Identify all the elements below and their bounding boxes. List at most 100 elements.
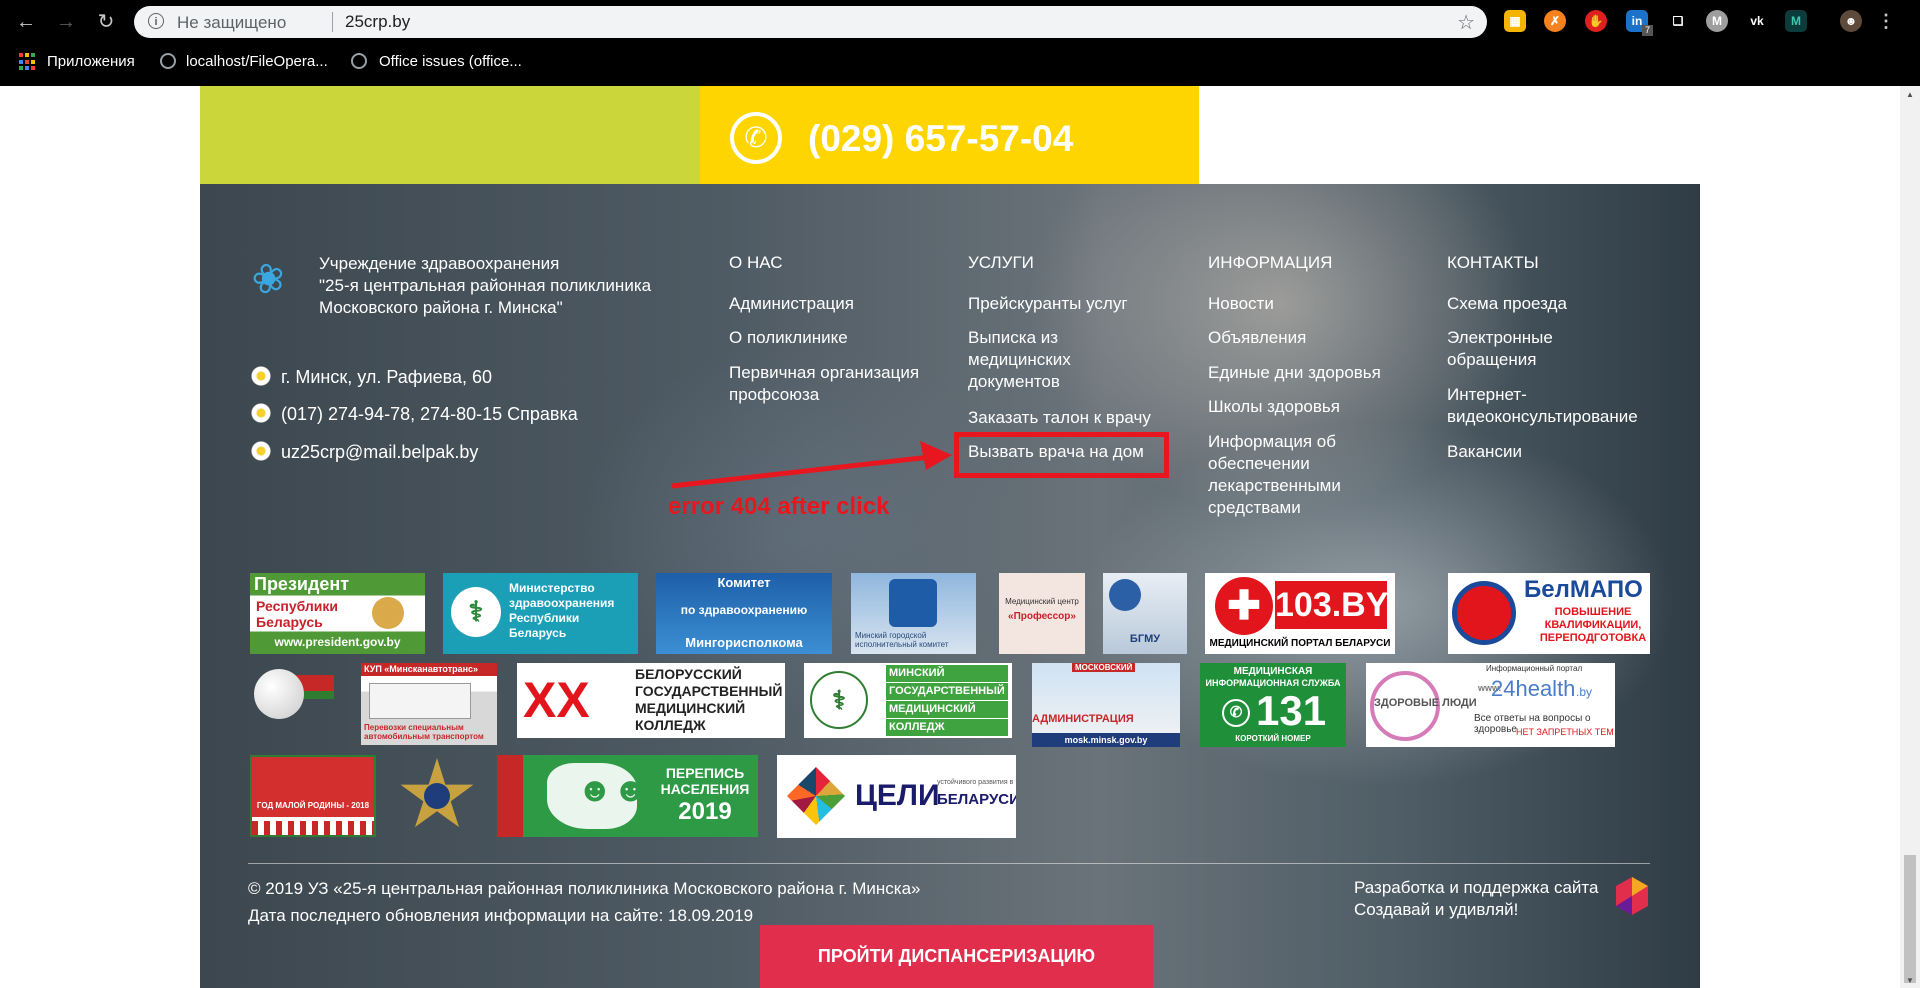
banner-goals-main: ЦЕЛИ [855, 779, 940, 812]
banner-minsk-executive[interactable]: Минский городской исполнительный комитет [851, 573, 976, 654]
developer-line2[interactable]: Создавай и удивляй! [1354, 900, 1518, 920]
link-news[interactable]: Новости [1208, 293, 1408, 315]
banner-health-committee[interactable]: Комитет по здравоохранению Мингорисполко… [656, 573, 832, 654]
sdg-diamond-icon [787, 767, 845, 825]
extension-vk-icon[interactable]: vk [1746, 10, 1768, 32]
banner-emergency[interactable] [396, 755, 478, 837]
family-icon: ☻☻ [577, 771, 649, 809]
banner-pill-flag[interactable] [250, 663, 340, 723]
banner-homeland-text: ГОД МАЛОЙ РОДИНЫ - 2018 [252, 795, 374, 817]
address-bar[interactable]: i Не защищено 25crp.by ☆ [134, 6, 1487, 38]
link-e-appeals[interactable]: Электронные обращения [1447, 327, 1597, 371]
extension-m-icon[interactable]: M [1706, 10, 1728, 32]
banner-msmc-line2: ГОСУДАРСТВЕННЫЙ [886, 683, 1008, 700]
banner-bgmu-text: БГМУ [1129, 633, 1161, 645]
link-trade-union[interactable]: Первичная организация профсоюза [729, 362, 939, 406]
banner-small-homeland[interactable]: ГОД МАЛОЙ РОДИНЫ - 2018 [250, 755, 376, 837]
banner-transport-line1: КУП «Минсканавтотранс» [361, 663, 497, 676]
profile-avatar[interactable]: ☻ [1840, 10, 1862, 32]
banner-president[interactable]: Президент Республики Беларусь www.presid… [250, 573, 425, 654]
city-skyline-icon [252, 757, 374, 795]
bookmark-fileopera[interactable]: localhost/FileOpera... [186, 51, 328, 73]
url-text[interactable]: 25crp.by [345, 12, 410, 32]
emergency-center-icon [424, 783, 450, 809]
dispensary-cta-button[interactable]: ПРОЙТИ ДИСПАНСЕРИЗАЦИЮ [760, 925, 1153, 988]
banner-moscow-admin[interactable]: МОСКОВСКИЙ АДМИНИСТРАЦИЯ mosk.minsk.gov.… [1032, 663, 1180, 747]
developer-line1[interactable]: Разработка и поддержка сайта [1354, 878, 1598, 898]
menu-kebab-icon[interactable]: ⋮ [1875, 10, 1897, 32]
banner-bsmc[interactable]: ΧΧ БЕЛОРУССКИЙ ГОСУДАРСТВЕННЫЙ МЕДИЦИНСК… [517, 663, 785, 738]
banner-census-line2: НАСЕЛЕНИЯ [660, 781, 750, 797]
extension-adblock-icon[interactable]: ✋ [1585, 10, 1607, 32]
banner-belmapo-line2: КВАЛИФИКАЦИИ, [1544, 619, 1642, 631]
link-medicines-info[interactable]: Информация об обеспечении лекарственными… [1208, 431, 1358, 519]
banner-census-line1: ПЕРЕПИСЬ [665, 765, 745, 781]
banner-belmapo[interactable]: БелМАПО ПОВЫШЕНИЕ КВАЛИФИКАЦИИ, ПЕРЕПОДГ… [1448, 573, 1650, 654]
banner-moscow-url: mosk.minsk.gov.by [1032, 733, 1180, 747]
people-logo-icon: ΧΧ [523, 672, 590, 728]
star-icon[interactable]: ☆ [1457, 10, 1475, 35]
banner-service-131[interactable]: МЕДИЦИНСКАЯ ИНФОРМАЦИОННАЯ СЛУЖБА ✆ 131 … [1200, 663, 1346, 747]
link-administration[interactable]: Администрация [729, 293, 939, 315]
banner-msmc[interactable]: ⚕ МИНСКИЙ ГОСУДАРСТВЕННЫЙ МЕДИЦИНСКИЙ КО… [804, 663, 1012, 738]
link-vacancies[interactable]: Вакансии [1447, 441, 1647, 463]
banner-103by[interactable]: ✚ 103.BY МЕДИЦИНСКИЙ ПОРТАЛ БЕЛАРУСИ [1205, 573, 1395, 654]
phone-number[interactable]: (029) 657-57-04 [808, 118, 1073, 160]
extension-cards-icon[interactable]: ❏ [1667, 10, 1689, 32]
link-about-clinic[interactable]: О поликлинике [729, 327, 939, 349]
apps-grid-icon[interactable] [19, 53, 37, 71]
banner-census-lines: ПЕРЕПИСЬ НАСЕЛЕНИЯ 2019 [655, 765, 755, 827]
email-link[interactable]: uz25crp@mail.belpak.by [281, 442, 478, 462]
link-video-consult[interactable]: Интернет-видеоконсультирование [1447, 384, 1657, 428]
link-health-schools[interactable]: Школы здоровья [1208, 396, 1408, 418]
banner-bsmc-line2: ГОСУДАРСТВЕННЫЙ [635, 683, 783, 699]
reload-icon[interactable]: ↻ [92, 8, 120, 36]
link-price-lists[interactable]: Прейскуранты услуг [968, 293, 1168, 315]
bookmark-apps[interactable]: Приложения [47, 51, 135, 73]
banner-belmapo-line3: ПЕРЕПОДГОТОВКА [1539, 632, 1647, 644]
banner-bsmc-line3: МЕДИЦИНСКИЙ [635, 700, 746, 716]
copyright-text: © 2019 УЗ «25-я центральная районная пол… [248, 879, 921, 898]
belmapo-logo-icon [1452, 581, 1516, 645]
banner-census-2019[interactable]: ☻☻ ПЕРЕПИСЬ НАСЕЛЕНИЯ 2019 [497, 755, 758, 837]
bookmark-office-issues[interactable]: Office issues (office... [379, 51, 522, 73]
banner-131-footer: КОРОТКИЙ НОМЕР [1235, 734, 1311, 743]
link-health-days[interactable]: Единые дни здоровья [1208, 362, 1408, 384]
link-directions[interactable]: Схема проезда [1447, 293, 1647, 315]
extension-badge: 7 [1642, 25, 1653, 36]
phones-text: (017) 274-94-78, 274-80-15 Справка [281, 404, 578, 424]
banner-professor[interactable]: Медицинский центр «Профессор» [999, 573, 1085, 654]
banner-belmapo-lines: ПОВЫШЕНИЕ КВАЛИФИКАЦИИ, ПЕРЕПОДГОТОВКА [1538, 606, 1648, 645]
forward-arrow-icon[interactable]: → [52, 8, 80, 36]
banner-sdg-goals[interactable]: ЦЕЛИ устойчивого развития в БЕЛАРУСИ [777, 755, 1016, 838]
back-arrow-icon[interactable]: ← [12, 8, 40, 36]
extension-google-icon[interactable]: ▦ [1504, 10, 1526, 32]
banner-minskavtotrans[interactable]: КУП «Минсканавтотранс» Перевозки специал… [361, 663, 497, 745]
scroll-down-icon[interactable]: ▼ [1904, 976, 1916, 985]
scrollbar-thumb[interactable] [1904, 855, 1916, 983]
banner-24health-top: Информационный портал [1486, 664, 1583, 673]
link-medical-records[interactable]: Выписка из медицинских документов [968, 327, 1108, 393]
browser-toolbar: ← → ↻ i Не защищено 25crp.by ☆ ▦ ✗ ✋ in … [0, 0, 1920, 43]
scroll-up-icon[interactable]: ▲ [1904, 90, 1916, 99]
extension-m-green-icon[interactable]: M [1785, 10, 1807, 32]
daisy-icon [251, 403, 271, 423]
link-announcements[interactable]: Объявления [1208, 327, 1408, 349]
scrollbar-track[interactable] [1900, 86, 1920, 988]
minsk-emblem-icon [889, 579, 937, 627]
belarus-emblem-icon [372, 597, 404, 629]
developer-logo-icon[interactable] [1616, 877, 1648, 915]
banner-minzdrav[interactable]: ⚕ Министерство здравоохранения Республик… [443, 573, 638, 654]
banner-24health[interactable]: Информационный портал ЗДОРОВЫЕ ЛЮДИ www.… [1366, 663, 1615, 747]
banner-committee-line2: по здравоохранению [680, 603, 808, 617]
link-order-ticket[interactable]: Заказать талон к врачу [968, 407, 1178, 429]
banner-msmc-line1: МИНСКИЙ [886, 665, 1008, 682]
banner-goals-small: устойчивого развития в [937, 779, 1014, 786]
email-line: uz25crp@mail.belpak.by [251, 441, 478, 463]
extension-orange-icon[interactable]: ✗ [1544, 10, 1566, 32]
banner-bsmc-lines: БЕЛОРУССКИЙ ГОСУДАРСТВЕННЫЙ МЕДИЦИНСКИЙ … [635, 666, 782, 734]
last-updated-text: Дата последнего обновления информации на… [248, 906, 754, 925]
banner-bgmu[interactable]: БГМУ [1103, 573, 1187, 654]
banner-103by-subtitle: МЕДИЦИНСКИЙ ПОРТАЛ БЕЛАРУСИ [1209, 638, 1391, 649]
info-icon[interactable]: i [148, 13, 164, 29]
